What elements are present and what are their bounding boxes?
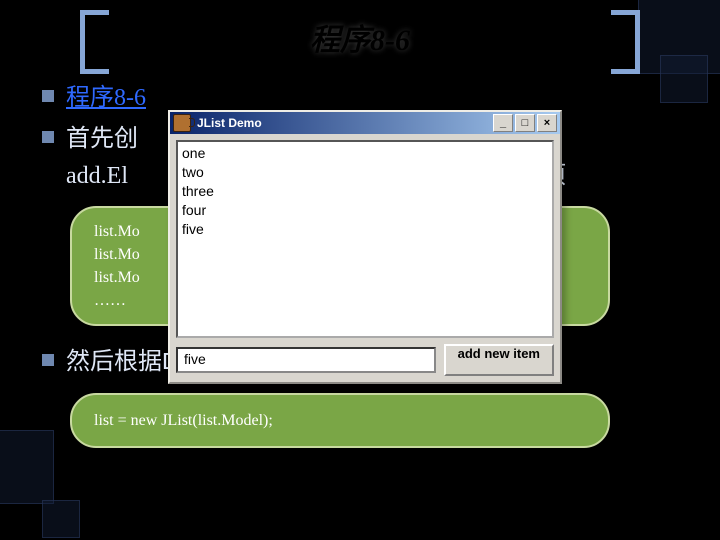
code-box-2: list = new JList(list.Model); — [70, 393, 610, 448]
add-new-item-button[interactable]: add new item — [444, 344, 554, 376]
maximize-button[interactable]: □ — [515, 114, 535, 132]
jlist-list[interactable]: one two three four five — [176, 140, 554, 338]
java-cup-icon — [173, 114, 191, 132]
jlist-demo-window: JList Demo _ □ × one two three four five… — [168, 110, 562, 384]
list-item[interactable]: five — [182, 220, 548, 239]
list-item[interactable]: one — [182, 144, 548, 163]
close-button[interactable]: × — [537, 114, 557, 132]
window-title: JList Demo — [197, 116, 491, 130]
new-item-input[interactable]: five — [176, 347, 436, 373]
program-link[interactable]: 程序8-6 — [66, 85, 146, 111]
list-item[interactable]: three — [182, 182, 548, 201]
slide-title-bar: 程序8-6 — [80, 10, 640, 64]
slide-title: 程序8-6 — [80, 10, 640, 64]
list-item[interactable]: four — [182, 201, 548, 220]
list-item[interactable]: two — [182, 163, 548, 182]
window-titlebar[interactable]: JList Demo _ □ × — [170, 112, 560, 134]
minimize-button[interactable]: _ — [493, 114, 513, 132]
